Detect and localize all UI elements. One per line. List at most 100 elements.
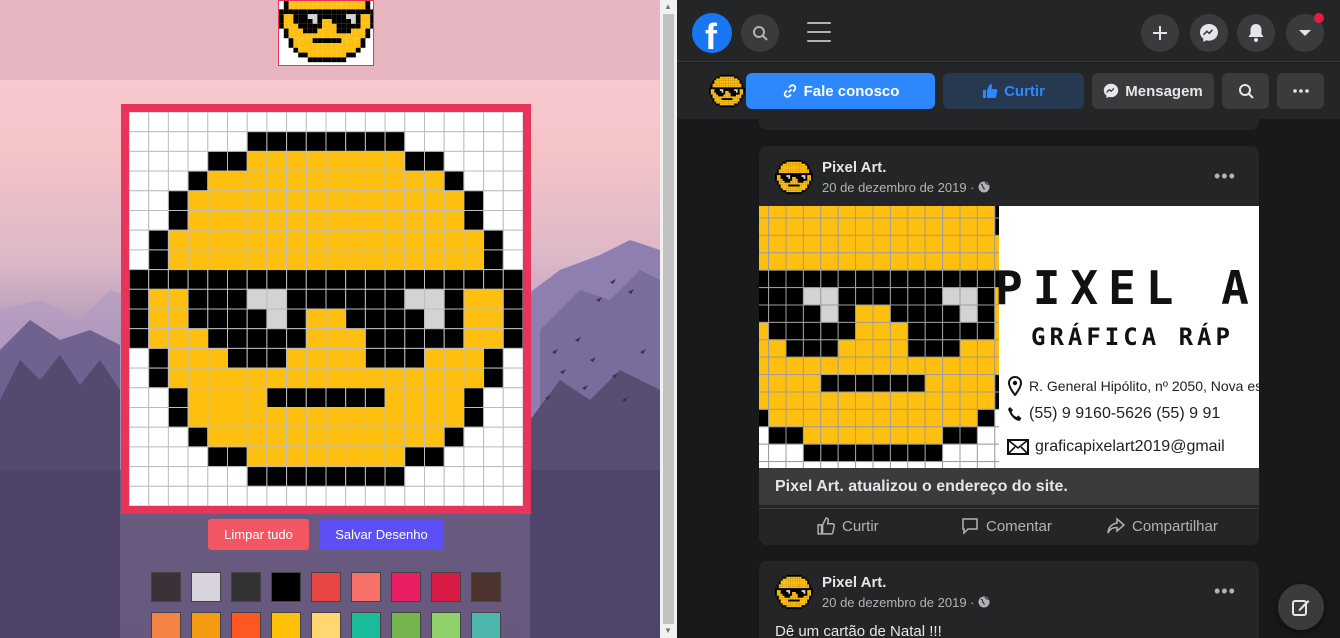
pixel-cell[interactable] — [483, 150, 504, 172]
pixel-cell[interactable] — [286, 426, 307, 448]
pixel-cell[interactable] — [364, 407, 386, 428]
pixel-cell[interactable] — [286, 367, 307, 389]
pixel-cell[interactable] — [305, 466, 327, 487]
pixel-cell[interactable] — [187, 466, 209, 487]
scroll-up-arrow-icon[interactable]: ▲ — [664, 2, 672, 11]
pixel-cell[interactable] — [820, 234, 839, 254]
pixel-cell[interactable] — [463, 269, 485, 290]
pixel-cell[interactable] — [759, 269, 770, 289]
pixel-cell[interactable] — [404, 210, 425, 231]
pixel-cell[interactable] — [855, 339, 874, 358]
pixel-cell[interactable] — [325, 485, 347, 506]
pixel-cell[interactable] — [443, 387, 465, 408]
pixel-cell[interactable] — [889, 321, 909, 341]
pixel-cell[interactable] — [305, 347, 327, 369]
pixel-cell[interactable] — [837, 287, 857, 306]
like-page-button[interactable]: Curtir — [943, 73, 1084, 109]
pixel-cell[interactable] — [872, 356, 891, 376]
pixel-cell[interactable] — [942, 408, 961, 428]
pixel-cell[interactable] — [994, 408, 999, 428]
pixel-cell[interactable] — [207, 210, 229, 231]
pixel-cell[interactable] — [207, 190, 229, 212]
pixel-cell[interactable] — [924, 206, 944, 219]
pixel-cell[interactable] — [483, 112, 504, 133]
pixel-cell[interactable] — [837, 443, 857, 463]
pixel-cell[interactable] — [768, 252, 787, 271]
pixel-cell[interactable] — [768, 304, 787, 323]
pixel-cell[interactable] — [994, 426, 999, 445]
pixel-cell[interactable] — [483, 367, 504, 389]
pixel-cell[interactable] — [942, 339, 961, 358]
pixel-cell[interactable] — [167, 426, 189, 448]
pixel-cell[interactable] — [942, 269, 961, 289]
pixel-cell[interactable] — [167, 308, 189, 330]
pixel-cell[interactable] — [802, 426, 822, 445]
pixel-cell[interactable] — [246, 446, 268, 468]
pixel-cell[interactable] — [463, 210, 485, 231]
pixel-cell[interactable] — [305, 112, 327, 133]
pixel-cell[interactable] — [802, 339, 822, 358]
pixel-cell[interactable] — [129, 485, 150, 506]
pixel-cell[interactable] — [942, 287, 961, 306]
pixel-cell[interactable] — [246, 288, 268, 310]
pixel-cell[interactable] — [286, 269, 307, 290]
pixel-cell[interactable] — [768, 321, 787, 341]
pixel-cell[interactable] — [129, 367, 150, 389]
pixel-cell[interactable] — [167, 170, 189, 192]
pixel-cell[interactable] — [167, 367, 189, 389]
pixel-cell[interactable] — [759, 217, 770, 236]
pixel-cell[interactable] — [325, 190, 347, 212]
pixel-cell[interactable] — [959, 356, 978, 376]
pixel-cell[interactable] — [207, 229, 229, 251]
pixel-cell[interactable] — [768, 391, 787, 410]
pixel-cell[interactable] — [325, 170, 347, 192]
color-swatch[interactable] — [471, 612, 501, 638]
pixel-cell[interactable] — [889, 234, 909, 254]
pixel-cell[interactable] — [424, 308, 445, 330]
pixel-cell[interactable] — [207, 112, 229, 133]
pixel-cell[interactable] — [785, 356, 804, 376]
pixel-cell[interactable] — [889, 426, 909, 445]
new-message-button[interactable] — [1278, 584, 1324, 630]
pixel-cell[interactable] — [286, 446, 307, 468]
pixel-cell[interactable] — [384, 367, 406, 389]
pixel-cell[interactable] — [305, 269, 327, 290]
pixel-cell[interactable] — [502, 150, 523, 172]
pixel-cell[interactable] — [266, 485, 288, 506]
pixel-cell[interactable] — [325, 328, 347, 349]
pixel-cell[interactable] — [959, 408, 978, 428]
pixel-cell[interactable] — [266, 466, 288, 487]
pixel-cell[interactable] — [325, 269, 347, 290]
pixel-cell[interactable] — [305, 387, 327, 408]
pixel-cell[interactable] — [404, 347, 425, 369]
pixel-cell[interactable] — [129, 210, 150, 231]
pixel-cell[interactable] — [424, 367, 445, 389]
pixel-cell[interactable] — [266, 328, 288, 349]
pixel-cell[interactable] — [424, 347, 445, 369]
pixel-cell[interactable] — [286, 190, 307, 212]
post-date[interactable]: 20 de dezembro de 2019 · — [822, 595, 990, 610]
pixel-cell[interactable] — [167, 131, 189, 152]
pixel-cell[interactable] — [483, 190, 504, 212]
pixel-cell[interactable] — [424, 446, 445, 468]
pixel-cell[interactable] — [483, 229, 504, 251]
pixel-cell[interactable] — [325, 229, 347, 251]
pixel-cell[interactable] — [994, 217, 999, 236]
pixel-cell[interactable] — [266, 407, 288, 428]
pixel-cell[interactable] — [443, 150, 465, 172]
pixel-cell[interactable] — [167, 466, 189, 487]
color-swatch[interactable] — [231, 572, 261, 602]
pixel-cell[interactable] — [246, 466, 268, 487]
pixel-cell[interactable] — [483, 131, 504, 152]
pixel-cell[interactable] — [266, 229, 288, 251]
pixel-cell[interactable] — [364, 466, 386, 487]
pixel-cell[interactable] — [872, 408, 891, 428]
pixel-cell[interactable] — [502, 347, 523, 369]
pixel-cell[interactable] — [976, 269, 996, 289]
pixel-cell[interactable] — [404, 328, 425, 349]
pixel-cell[interactable] — [463, 308, 485, 330]
pixel-cell[interactable] — [994, 443, 999, 463]
pixel-cell[interactable] — [924, 321, 944, 341]
pixel-cell[interactable] — [872, 234, 891, 254]
pixel-cell[interactable] — [384, 249, 406, 271]
